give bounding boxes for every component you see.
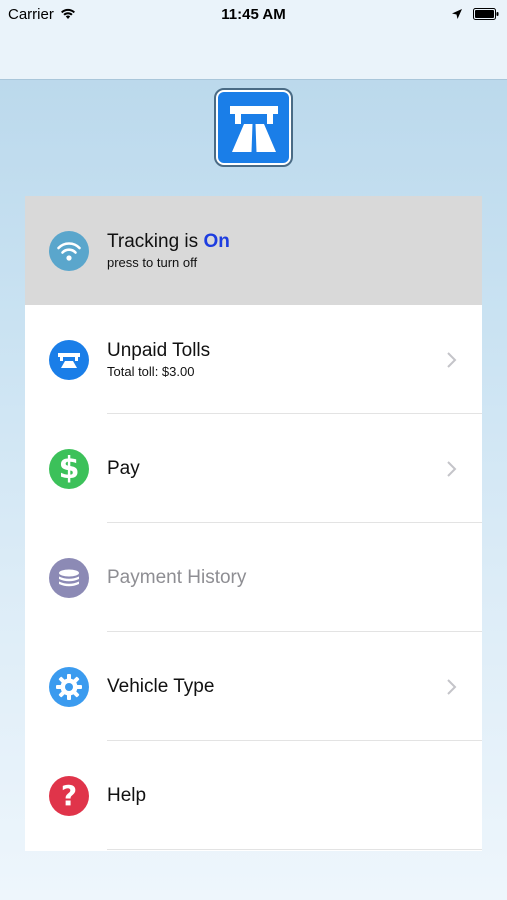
carrier-label: Carrier	[8, 5, 54, 23]
app-logo	[214, 88, 293, 167]
main-menu: Tracking is On press to turn off Unpaid …	[25, 196, 482, 851]
toll-road-icon	[218, 92, 289, 163]
status-time: 11:45 AM	[221, 5, 286, 23]
tracking-toggle[interactable]: Tracking is On press to turn off	[25, 196, 482, 305]
menu-item-help[interactable]: ? Help	[25, 741, 482, 850]
wifi-icon	[49, 230, 89, 271]
menu-item-label: Vehicle Type	[107, 675, 215, 697]
menu-item-label: Unpaid Tolls	[107, 340, 211, 361]
tracking-prefix: Tracking is	[107, 231, 204, 252]
location-arrow-icon	[452, 9, 462, 19]
chevron-right-icon	[447, 460, 457, 477]
question-icon: ?	[49, 775, 89, 816]
menu-item-unpaid-tolls[interactable]: Unpaid Tolls Total toll: $3.00	[25, 305, 482, 414]
gear-icon	[49, 666, 89, 707]
dollar-icon: $	[49, 448, 89, 489]
tracking-state: On	[203, 231, 230, 252]
menu-item-pay[interactable]: $ Pay	[25, 414, 482, 523]
tracking-title: Tracking is On	[107, 231, 230, 253]
menu-item-payment-history[interactable]: Payment History	[25, 523, 482, 632]
menu-item-label: Payment History	[107, 566, 247, 588]
toll-booth-icon	[49, 339, 89, 380]
total-toll-text: Total toll: $3.00	[107, 364, 195, 379]
divider	[107, 849, 482, 850]
wifi-signal-icon	[60, 8, 75, 19]
menu-item-label: Help	[107, 784, 147, 806]
navigation-bar	[0, 28, 507, 80]
coins-stack-icon	[49, 557, 89, 598]
menu-item-vehicle-type[interactable]: Vehicle Type	[25, 632, 482, 741]
battery-icon	[473, 8, 499, 20]
tracking-subtitle: press to turn off	[107, 255, 198, 270]
menu-item-label: Pay	[107, 457, 140, 479]
status-bar: Carrier 11:45 AM	[0, 0, 507, 28]
chevron-right-icon	[447, 351, 457, 368]
chevron-right-icon	[447, 678, 457, 695]
